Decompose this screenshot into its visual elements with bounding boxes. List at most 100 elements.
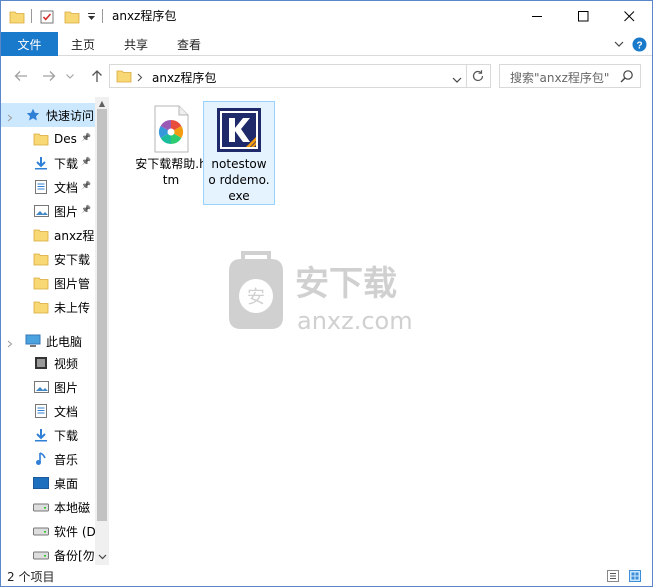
htm-file-icon: [135, 102, 207, 156]
sidebar-item-label: 备份[勿: [54, 548, 95, 563]
title-bar: anxz程序包: [1, 1, 652, 32]
sidebar-item[interactable]: 文档: [1, 399, 95, 423]
pin-icon: 📌: [81, 205, 91, 214]
document-icon: [33, 179, 49, 195]
sidebar-item-label: 图片管: [54, 276, 91, 291]
folder-icon: [33, 251, 49, 267]
sidebar-item-label: 图片: [54, 204, 79, 219]
refresh-icon[interactable]: [471, 69, 485, 86]
folder-icon: [33, 299, 49, 315]
address-bar[interactable]: anxz程序包: [109, 64, 491, 88]
tab-file[interactable]: 文件: [1, 32, 58, 56]
sidebar-item[interactable]: 备份[勿: [1, 543, 95, 565]
scroll-down-icon[interactable]: [95, 551, 109, 563]
sidebar-item-label: 软件 (D: [54, 524, 95, 539]
scroll-up-icon[interactable]: ▲: [95, 97, 109, 109]
pin-icon: 📌: [81, 133, 91, 142]
sidebar-item[interactable]: 图片: [1, 375, 95, 399]
up-arrow-icon[interactable]: [87, 66, 107, 86]
minimize-button[interactable]: [514, 1, 560, 31]
sidebar-item[interactable]: 快速访问: [1, 103, 95, 127]
picture-icon: [33, 379, 49, 395]
sidebar-item[interactable]: 图片 📌: [1, 199, 95, 223]
sidebar-item[interactable]: 安下载: [1, 247, 95, 271]
file-name: 安下载帮助.htm: [135, 157, 207, 187]
tab-home[interactable]: 主页: [71, 32, 95, 56]
star-icon: [25, 107, 41, 123]
sidebar-item-label: 本地磁: [54, 500, 91, 515]
address-dropdown-icon[interactable]: [452, 72, 462, 86]
sidebar-item-label: 桌面: [54, 476, 79, 491]
sidebar-item-label: 音乐: [54, 452, 79, 467]
folder-icon: [33, 227, 49, 243]
tab-view[interactable]: 查看: [177, 32, 201, 56]
expand-chevron-icon[interactable]: [7, 337, 14, 351]
sidebar-item[interactable]: 本地磁: [1, 495, 95, 519]
file-item-selected[interactable]: notestowo rddemo.exe: [203, 101, 275, 205]
watermark-subtext: anxz.com: [297, 307, 413, 335]
tab-share[interactable]: 共享: [124, 32, 148, 56]
sidebar-item[interactable]: 此电脑: [1, 329, 95, 353]
sidebar-item-label: 安下载: [54, 252, 91, 267]
sidebar-item[interactable]: 未上传: [1, 295, 95, 319]
details-view-icon[interactable]: [606, 569, 620, 583]
maximize-button[interactable]: [560, 1, 606, 31]
nav-scrollbar[interactable]: ▲: [95, 97, 109, 565]
folder-icon: [8, 8, 26, 26]
drive-icon: [33, 499, 49, 515]
large-icons-view-icon[interactable]: [628, 569, 642, 583]
sidebar-item[interactable]: 音乐: [1, 447, 95, 471]
search-placeholder: 搜索"anxz程序包": [510, 71, 610, 85]
status-bar: 2 个项目: [1, 565, 652, 586]
desktop-icon: [33, 475, 49, 491]
properties-icon[interactable]: [38, 8, 56, 26]
customize-toolbar-icon[interactable]: [85, 8, 97, 26]
svg-text:安: 安: [247, 287, 265, 308]
new-folder-icon[interactable]: [63, 8, 81, 26]
breadcrumb-chevron-icon[interactable]: [137, 71, 143, 85]
music-icon: [33, 451, 49, 467]
sidebar-item-label: 视频: [54, 356, 79, 371]
forward-arrow-icon[interactable]: [39, 66, 59, 86]
sidebar-item-label: 文档: [54, 404, 79, 419]
sidebar-item[interactable]: 视频: [1, 351, 95, 375]
expand-chevron-icon[interactable]: [7, 111, 14, 125]
sidebar-item[interactable]: 图片管: [1, 271, 95, 295]
window-title: anxz程序包: [112, 9, 177, 23]
sidebar-item[interactable]: 下载 📌: [1, 151, 95, 175]
close-button[interactable]: [606, 1, 652, 31]
ribbon-tabs: 文件 主页 共享 查看 ?: [1, 32, 652, 56]
folder-icon: [116, 69, 132, 86]
folder-icon: [33, 131, 49, 147]
explorer-window: anxz程序包 文件 主页 共享 查看 ? anxz程序包 搜索"anxz程序包…: [0, 0, 653, 587]
computer-icon: [25, 333, 41, 349]
search-icon[interactable]: [620, 69, 634, 86]
watermark-text: 安下载: [295, 264, 397, 304]
sidebar-item[interactable]: anxz程: [1, 223, 95, 247]
sidebar-item[interactable]: 软件 (D: [1, 519, 95, 543]
back-arrow-icon[interactable]: [11, 66, 31, 86]
sidebar-item[interactable]: 文档 📌: [1, 175, 95, 199]
help-icon[interactable]: ?: [631, 36, 647, 52]
sidebar-item-label: 下载: [54, 428, 79, 443]
pin-icon: 📌: [81, 181, 91, 190]
svg-text:?: ?: [636, 40, 642, 51]
expand-ribbon-icon[interactable]: [611, 36, 627, 52]
breadcrumb[interactable]: anxz程序包: [152, 69, 216, 86]
item-count: 2 个项目: [7, 570, 55, 584]
sidebar-item[interactable]: 桌面: [1, 471, 95, 495]
search-input[interactable]: 搜索"anxz程序包": [499, 64, 641, 88]
drive-icon: [33, 547, 49, 563]
recent-locations-icon[interactable]: [63, 66, 77, 86]
sidebar-item-label: 文档: [54, 180, 79, 195]
sidebar-item-label: Des: [54, 132, 77, 146]
drive-icon: [33, 523, 49, 539]
sidebar-item-label: 图片: [54, 380, 79, 395]
sidebar-item[interactable]: Des 📌: [1, 127, 95, 151]
video-icon: [33, 355, 49, 371]
watermark-logo: 安 安下载 anxz.com: [219, 251, 439, 337]
scroll-thumb[interactable]: [97, 109, 107, 521]
file-item[interactable]: 安下载帮助.htm: [135, 102, 207, 188]
sidebar-item[interactable]: 下载: [1, 423, 95, 447]
sidebar-item-label: anxz程: [54, 228, 95, 243]
